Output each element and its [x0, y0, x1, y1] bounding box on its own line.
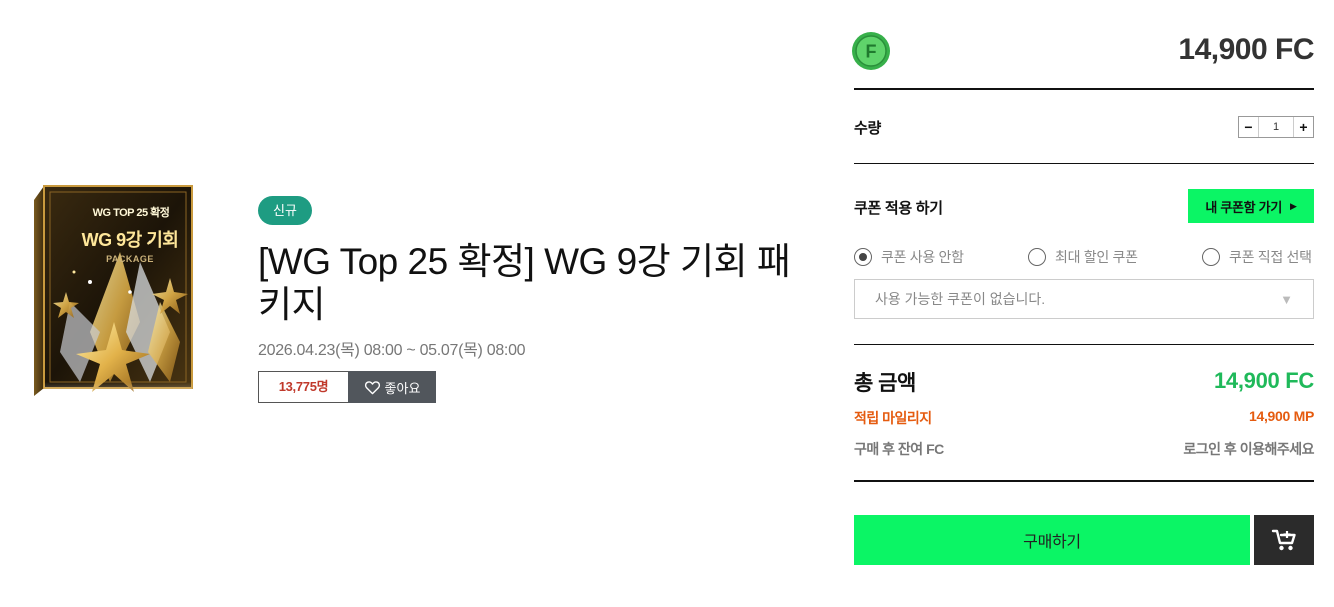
coin-letter: F [866, 42, 877, 62]
price-main: 14,900 FC [1178, 33, 1314, 66]
radio-button-checked[interactable] [854, 248, 872, 266]
mileage-value: 14,900 MP [1248, 408, 1314, 424]
arrow-right-icon: ▶ [1289, 200, 1297, 211]
buyer-count: 13,775명 [258, 371, 348, 403]
quantity-value[interactable]: 1 [1259, 117, 1293, 137]
coupon-box-label: 내 쿠폰함 가기 [1205, 199, 1282, 215]
quantity-stepper: − 1 + [1238, 116, 1314, 138]
radio-button[interactable] [1202, 248, 1220, 266]
cart-icon [1271, 529, 1296, 551]
remaining-fc-label: 구매 후 잔여 FC [854, 441, 944, 457]
divider [854, 344, 1314, 345]
quantity-decrease-button[interactable]: − [1239, 117, 1259, 137]
radio-button[interactable] [1028, 248, 1046, 266]
chevron-down-icon: ▼ [1280, 291, 1293, 307]
image-caption-top: WG TOP 25 확정 [92, 207, 170, 219]
new-badge: 신규 [258, 196, 312, 225]
product-title: [WG Top 25 확정] WG 9강 기회 패키지 [258, 241, 791, 325]
coupon-option-label: 쿠폰 사용 안함 [881, 249, 964, 265]
coupon-select[interactable]: 사용 가능한 쿠폰이 없습니다. ▼ [854, 279, 1314, 319]
quantity-label: 수량 [854, 120, 882, 137]
total-value: 14,900 FC [1213, 368, 1314, 393]
coupon-label: 쿠폰 적용 하기 [854, 200, 943, 217]
divider [854, 163, 1314, 164]
image-caption-sub: PACKAGE [106, 254, 154, 264]
my-coupon-box-button[interactable]: 내 쿠폰함 가기 ▶ [1188, 189, 1314, 223]
coupon-option-label: 쿠폰 직접 선택 [1229, 249, 1312, 265]
quantity-increase-button[interactable]: + [1293, 117, 1313, 137]
buy-button[interactable]: 구매하기 [854, 515, 1250, 565]
coupon-option-max-discount[interactable]: 최대 할인 쿠폰 [1028, 247, 1138, 267]
like-button[interactable]: 좋아요 [348, 371, 436, 403]
product-image: WG TOP 25 확정 WG 9강 기회 PACKAGE [30, 182, 198, 420]
like-label: 좋아요 [384, 380, 421, 396]
heart-icon [364, 380, 380, 394]
coupon-option-label: 최대 할인 쿠폰 [1055, 249, 1138, 265]
divider [854, 88, 1314, 90]
sale-period: 2026.04.23(목) 08:00 ~ 05.07(목) 08:00 [258, 342, 526, 359]
fc-coin-icon: F [851, 31, 891, 71]
add-to-cart-button[interactable] [1254, 515, 1314, 565]
coupon-option-none[interactable]: 쿠폰 사용 안함 [854, 247, 964, 267]
product-stats: 13,775명 좋아요 [258, 371, 436, 403]
coupon-option-manual[interactable]: 쿠폰 직접 선택 [1202, 247, 1312, 267]
remaining-fc-value: 로그인 후 이용해주세요 [1183, 441, 1314, 457]
mileage-label: 적립 마일리지 [854, 410, 932, 426]
divider [854, 480, 1314, 482]
image-caption-main: WG 9강 기회 [81, 230, 179, 250]
total-label: 총 금액 [854, 372, 916, 395]
coupon-select-value: 사용 가능한 쿠폰이 없습니다. [875, 291, 1046, 307]
